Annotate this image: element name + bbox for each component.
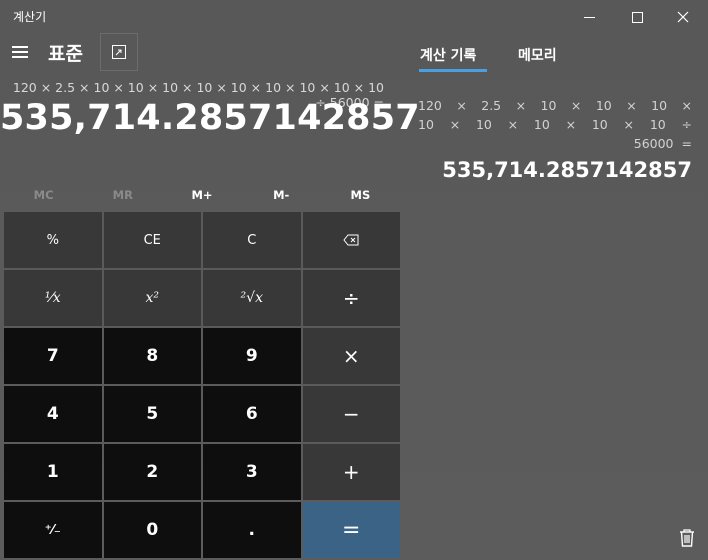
history-token: 10: [595, 98, 612, 113]
clear-entry-button[interactable]: CE: [103, 212, 201, 268]
minimize-button[interactable]: [566, 0, 612, 34]
maximize-icon: [631, 11, 643, 23]
square-button[interactable]: x²: [103, 270, 201, 326]
tab-history[interactable]: 계산 기록: [420, 45, 476, 65]
backspace-button[interactable]: [302, 212, 400, 268]
decimal-button[interactable]: .: [203, 502, 301, 558]
history-token: ×: [456, 98, 467, 113]
history-token: 10: [418, 117, 434, 132]
digit-6-button[interactable]: 6: [203, 386, 301, 442]
history-token: ×: [515, 98, 527, 113]
digit-2-button[interactable]: 2: [103, 444, 201, 500]
history-line-2: 10 × 10 × 10 × 10 × 10 ÷: [418, 115, 692, 134]
multiply-button[interactable]: ×: [302, 328, 400, 384]
close-button[interactable]: [660, 0, 706, 34]
history-token: ×: [507, 117, 519, 132]
history-token: ×: [626, 98, 637, 113]
divide-button[interactable]: ÷: [302, 270, 400, 326]
history-token: ×: [565, 117, 577, 132]
maximize-button[interactable]: [614, 0, 660, 34]
digit-1-button[interactable]: 1: [4, 444, 102, 500]
history-token: 56000: [633, 136, 674, 151]
app-title: 계산기: [13, 10, 47, 24]
history-item-result[interactable]: 535,714.2857142857: [418, 158, 692, 182]
memory-clear-button[interactable]: MC: [4, 182, 83, 208]
history-token: 120: [418, 98, 442, 113]
close-icon: [677, 11, 689, 23]
history-token: 10: [651, 98, 668, 113]
digit-9-button[interactable]: 9: [203, 328, 301, 384]
memory-recall-button[interactable]: MR: [83, 182, 162, 208]
digit-3-button[interactable]: 3: [203, 444, 301, 500]
backspace-icon: [343, 234, 359, 246]
history-token: 10: [649, 117, 666, 132]
digit-7-button[interactable]: 7: [4, 328, 102, 384]
square-root-button[interactable]: ²√x: [203, 270, 301, 326]
percent-button[interactable]: %: [4, 212, 102, 268]
history-line-3: 56000 =: [418, 134, 692, 153]
calculator-window: 계산기 표준 120 × 2.5 × 10 × 10 × 10 × 10 × 1…: [0, 0, 708, 560]
history-token: ÷: [681, 117, 692, 132]
history-token: 10: [475, 117, 492, 132]
history-token: 10: [591, 117, 608, 132]
history-line-1: 120 × 2.5 × 10 × 10 × 10 ×: [418, 96, 692, 115]
digit-0-button[interactable]: 0: [103, 502, 201, 558]
history-token: ×: [681, 98, 692, 113]
negate-button[interactable]: ⁺⁄₋: [4, 502, 102, 558]
history-token: 2.5: [481, 98, 502, 113]
history-token: 10: [540, 98, 557, 113]
keypad: % CE C ¹⁄x x² ²√x ÷ 7 8 9 × 4 5 6 − 1 2 …: [4, 212, 400, 558]
memory-subtract-button[interactable]: M-: [242, 182, 321, 208]
active-tab-indicator: [419, 69, 487, 72]
clear-history-button[interactable]: [678, 528, 696, 548]
memory-add-button[interactable]: M+: [162, 182, 241, 208]
trash-icon: [680, 529, 694, 547]
menu-icon[interactable]: [12, 46, 30, 60]
title-bar: 계산기: [0, 0, 708, 34]
history-token: ×: [623, 117, 635, 132]
keep-on-top-button[interactable]: [100, 33, 138, 71]
digit-5-button[interactable]: 5: [103, 386, 201, 442]
memory-row: MC MR M+ M- MS: [4, 182, 400, 208]
plus-button[interactable]: +: [302, 444, 400, 500]
equals-button[interactable]: =: [302, 502, 400, 558]
reciprocal-button[interactable]: ¹⁄x: [4, 270, 102, 326]
minimize-icon: [583, 16, 595, 18]
history-token: =: [681, 136, 692, 151]
tab-memory[interactable]: 메모리: [518, 45, 557, 65]
history-item-expression[interactable]: 120 × 2.5 × 10 × 10 × 10 × 10 × 10 × 10 × 10 × 10 ÷ 56000 =: [418, 96, 692, 153]
digit-8-button[interactable]: 8: [103, 328, 201, 384]
digit-4-button[interactable]: 4: [4, 386, 102, 442]
result-display: 535,714.2857142857: [0, 98, 420, 138]
minus-button[interactable]: −: [302, 386, 400, 442]
history-token: 10: [533, 117, 550, 132]
mode-title: 표준: [48, 43, 83, 65]
memory-store-button[interactable]: MS: [321, 182, 400, 208]
history-token: ×: [449, 117, 461, 132]
clear-button[interactable]: C: [203, 212, 301, 268]
keep-on-top-icon: [112, 45, 126, 59]
history-token: ×: [570, 98, 582, 113]
